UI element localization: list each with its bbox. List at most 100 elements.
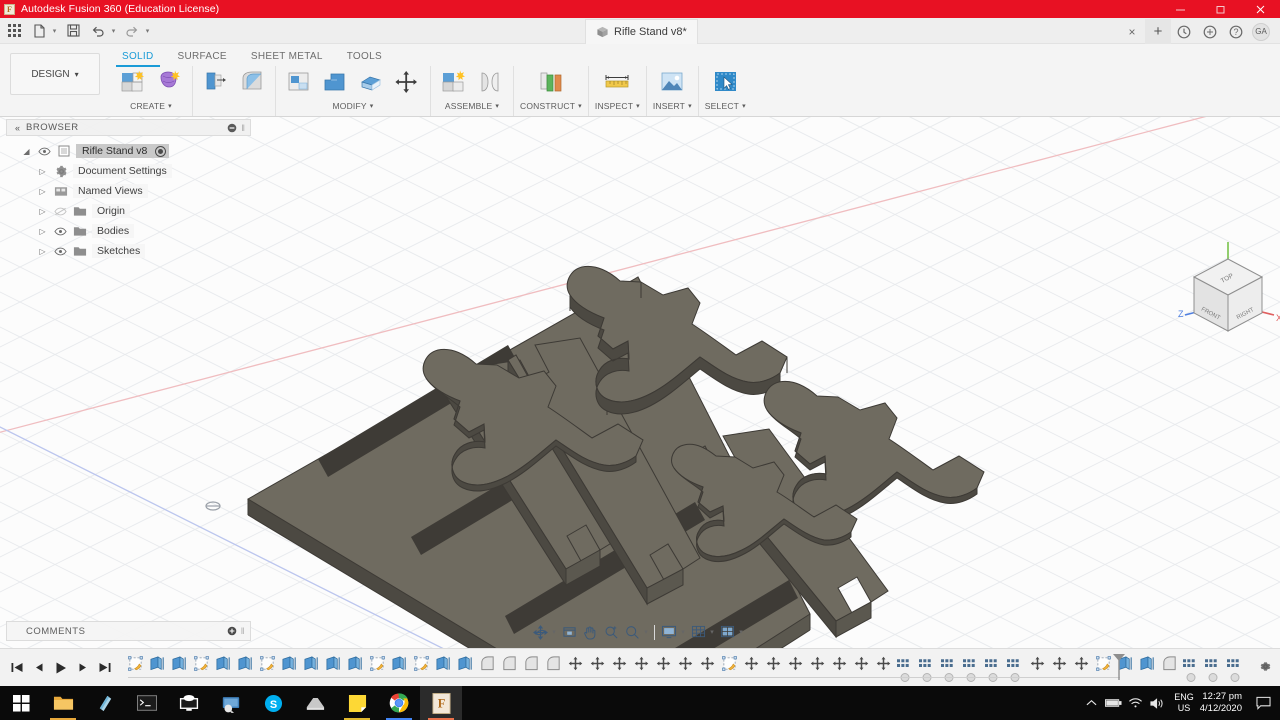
joint-icon[interactable] (473, 66, 507, 98)
grip-icon[interactable]: ‖ (241, 123, 245, 133)
timeline-feature-move[interactable] (762, 652, 784, 676)
timeline-feature-sketch[interactable] (1092, 652, 1114, 676)
timeline-feature-move[interactable] (828, 652, 850, 676)
command-prompt[interactable] (126, 686, 168, 720)
timeline-feature-fillet[interactable] (476, 652, 498, 676)
orbit-caret-icon[interactable]: ▾ (550, 628, 558, 636)
tree-item-bodies[interactable]: ▷ Bodies (6, 221, 251, 241)
expand-triangle-icon[interactable]: ▷ (36, 167, 49, 176)
timeline-feature-expand[interactable] (1186, 672, 1196, 682)
timeline-feature-pattern[interactable] (938, 652, 960, 682)
timeline-settings-icon[interactable] (1259, 660, 1272, 678)
sticky-notes[interactable] (336, 686, 378, 720)
wifi-icon[interactable] (1124, 686, 1146, 720)
timeline-feature-fillet[interactable] (520, 652, 542, 676)
timeline-feature-sketch[interactable] (718, 652, 740, 676)
expand-triangle-icon[interactable]: ▷ (36, 207, 49, 216)
timeline-feature-fillet[interactable] (542, 652, 564, 676)
tree-item-origin[interactable]: ▷ Origin (6, 201, 251, 221)
timeline-feature-fillet[interactable] (498, 652, 520, 676)
job-status-icon[interactable] (1197, 19, 1223, 44)
jump-to-beginning-icon[interactable] (6, 657, 28, 679)
timeline-feature-extrude[interactable] (322, 652, 344, 676)
timeline-feature-move[interactable] (674, 652, 696, 676)
expand-triangle-icon[interactable]: ▷ (36, 227, 49, 236)
press-pull-icon[interactable] (282, 66, 316, 98)
grid-snaps-icon[interactable] (688, 621, 708, 643)
timeline-feature-expand[interactable] (1230, 672, 1240, 682)
add-comment-icon[interactable] (227, 626, 237, 636)
fusion-360[interactable]: F (420, 686, 462, 720)
tree-item-named-views[interactable]: ▷ Named Views (6, 181, 251, 201)
timeline-feature-move[interactable] (784, 652, 806, 676)
timeline-feature-pattern[interactable] (1224, 652, 1246, 682)
timeline-feature-pattern[interactable] (1202, 652, 1224, 682)
panel-inspect-label[interactable]: INSPECT ▾ (595, 101, 640, 111)
look-at-icon[interactable] (559, 621, 579, 643)
display-settings-icon[interactable] (659, 621, 679, 643)
timeline-feature-move[interactable] (564, 652, 586, 676)
visibility-eye-icon[interactable] (53, 247, 68, 256)
collapse-left-icon[interactable]: « (15, 123, 20, 133)
timeline-feature-move[interactable] (630, 652, 652, 676)
expand-triangle-icon[interactable]: ◢ (20, 147, 33, 156)
skype[interactable]: S (252, 686, 294, 720)
viewports-icon[interactable] (717, 621, 737, 643)
timeline-feature-pattern[interactable] (982, 652, 1004, 682)
google-chrome[interactable] (378, 686, 420, 720)
new-tab-button[interactable]: + (1145, 19, 1171, 44)
viewports-caret-icon[interactable]: ▾ (737, 628, 745, 636)
step-back-icon[interactable] (28, 657, 50, 679)
zoom-window-icon[interactable] (601, 621, 621, 643)
timeline-feature-move[interactable] (872, 652, 894, 676)
timeline-feature-extrude[interactable] (454, 652, 476, 676)
action-center-icon[interactable] (1250, 686, 1276, 720)
timeline-feature-extrude[interactable] (212, 652, 234, 676)
orbit-icon[interactable] (530, 621, 550, 643)
redo-icon[interactable] (121, 20, 143, 42)
create-sketch-icon[interactable] (199, 66, 233, 98)
timeline-feature-pattern[interactable] (1180, 652, 1202, 682)
timeline-feature-move[interactable] (1026, 652, 1048, 676)
help-icon[interactable]: ? (1223, 19, 1249, 44)
panel-modify-label[interactable]: MODIFY ▾ (333, 101, 374, 111)
grip-icon[interactable]: ‖ (241, 626, 245, 636)
panel-select-label[interactable]: SELECT ▾ (705, 101, 746, 111)
start-button[interactable] (0, 686, 42, 720)
timeline-feature-sketch[interactable] (124, 652, 146, 676)
timeline-feature-move[interactable] (586, 652, 608, 676)
grid-caret-icon[interactable]: ▾ (708, 628, 716, 636)
undo-caret-icon[interactable]: ▾ (109, 20, 118, 42)
sculpt-form-icon[interactable] (152, 66, 186, 98)
remote-desktop[interactable] (168, 686, 210, 720)
panel-options-icon[interactable] (227, 123, 237, 133)
redo-caret-icon[interactable]: ▾ (143, 20, 152, 42)
file-explorer[interactable] (42, 686, 84, 720)
volume-icon[interactable] (1146, 686, 1168, 720)
timeline-feature-move[interactable] (740, 652, 762, 676)
timeline-feature-fillet[interactable] (1158, 652, 1180, 676)
offset-plane-icon[interactable] (534, 66, 568, 98)
panel-insert-label[interactable]: INSERT ▾ (653, 101, 692, 111)
timeline-feature-extrude[interactable] (432, 652, 454, 676)
expand-triangle-icon[interactable]: ▷ (36, 187, 49, 196)
document-tab[interactable]: Rifle Stand v8* (585, 19, 698, 44)
timeline-feature-move[interactable] (806, 652, 828, 676)
timeline-feature-extrude[interactable] (1136, 652, 1158, 676)
move-copy-icon[interactable] (390, 66, 424, 98)
extrude-icon[interactable] (116, 66, 150, 98)
timeline-feature-pattern[interactable] (960, 652, 982, 682)
app-grid-icon[interactable] (3, 20, 25, 42)
timeline-feature-sketch[interactable] (256, 652, 278, 676)
timeline-feature-pattern[interactable] (1004, 652, 1026, 682)
measure-icon[interactable] (600, 66, 634, 98)
timeline-feature-move[interactable] (652, 652, 674, 676)
display-caret-icon[interactable]: ▾ (679, 628, 687, 636)
step-forward-icon[interactable] (72, 657, 94, 679)
show-hidden-icons[interactable] (1080, 686, 1102, 720)
timeline-feature-extrude[interactable] (168, 652, 190, 676)
timeline-feature-expand[interactable] (1208, 672, 1218, 682)
avatar[interactable]: GA (1252, 22, 1270, 41)
timeline-feature-move[interactable] (1070, 652, 1092, 676)
panel-create-label[interactable]: CREATE ▾ (130, 101, 172, 111)
